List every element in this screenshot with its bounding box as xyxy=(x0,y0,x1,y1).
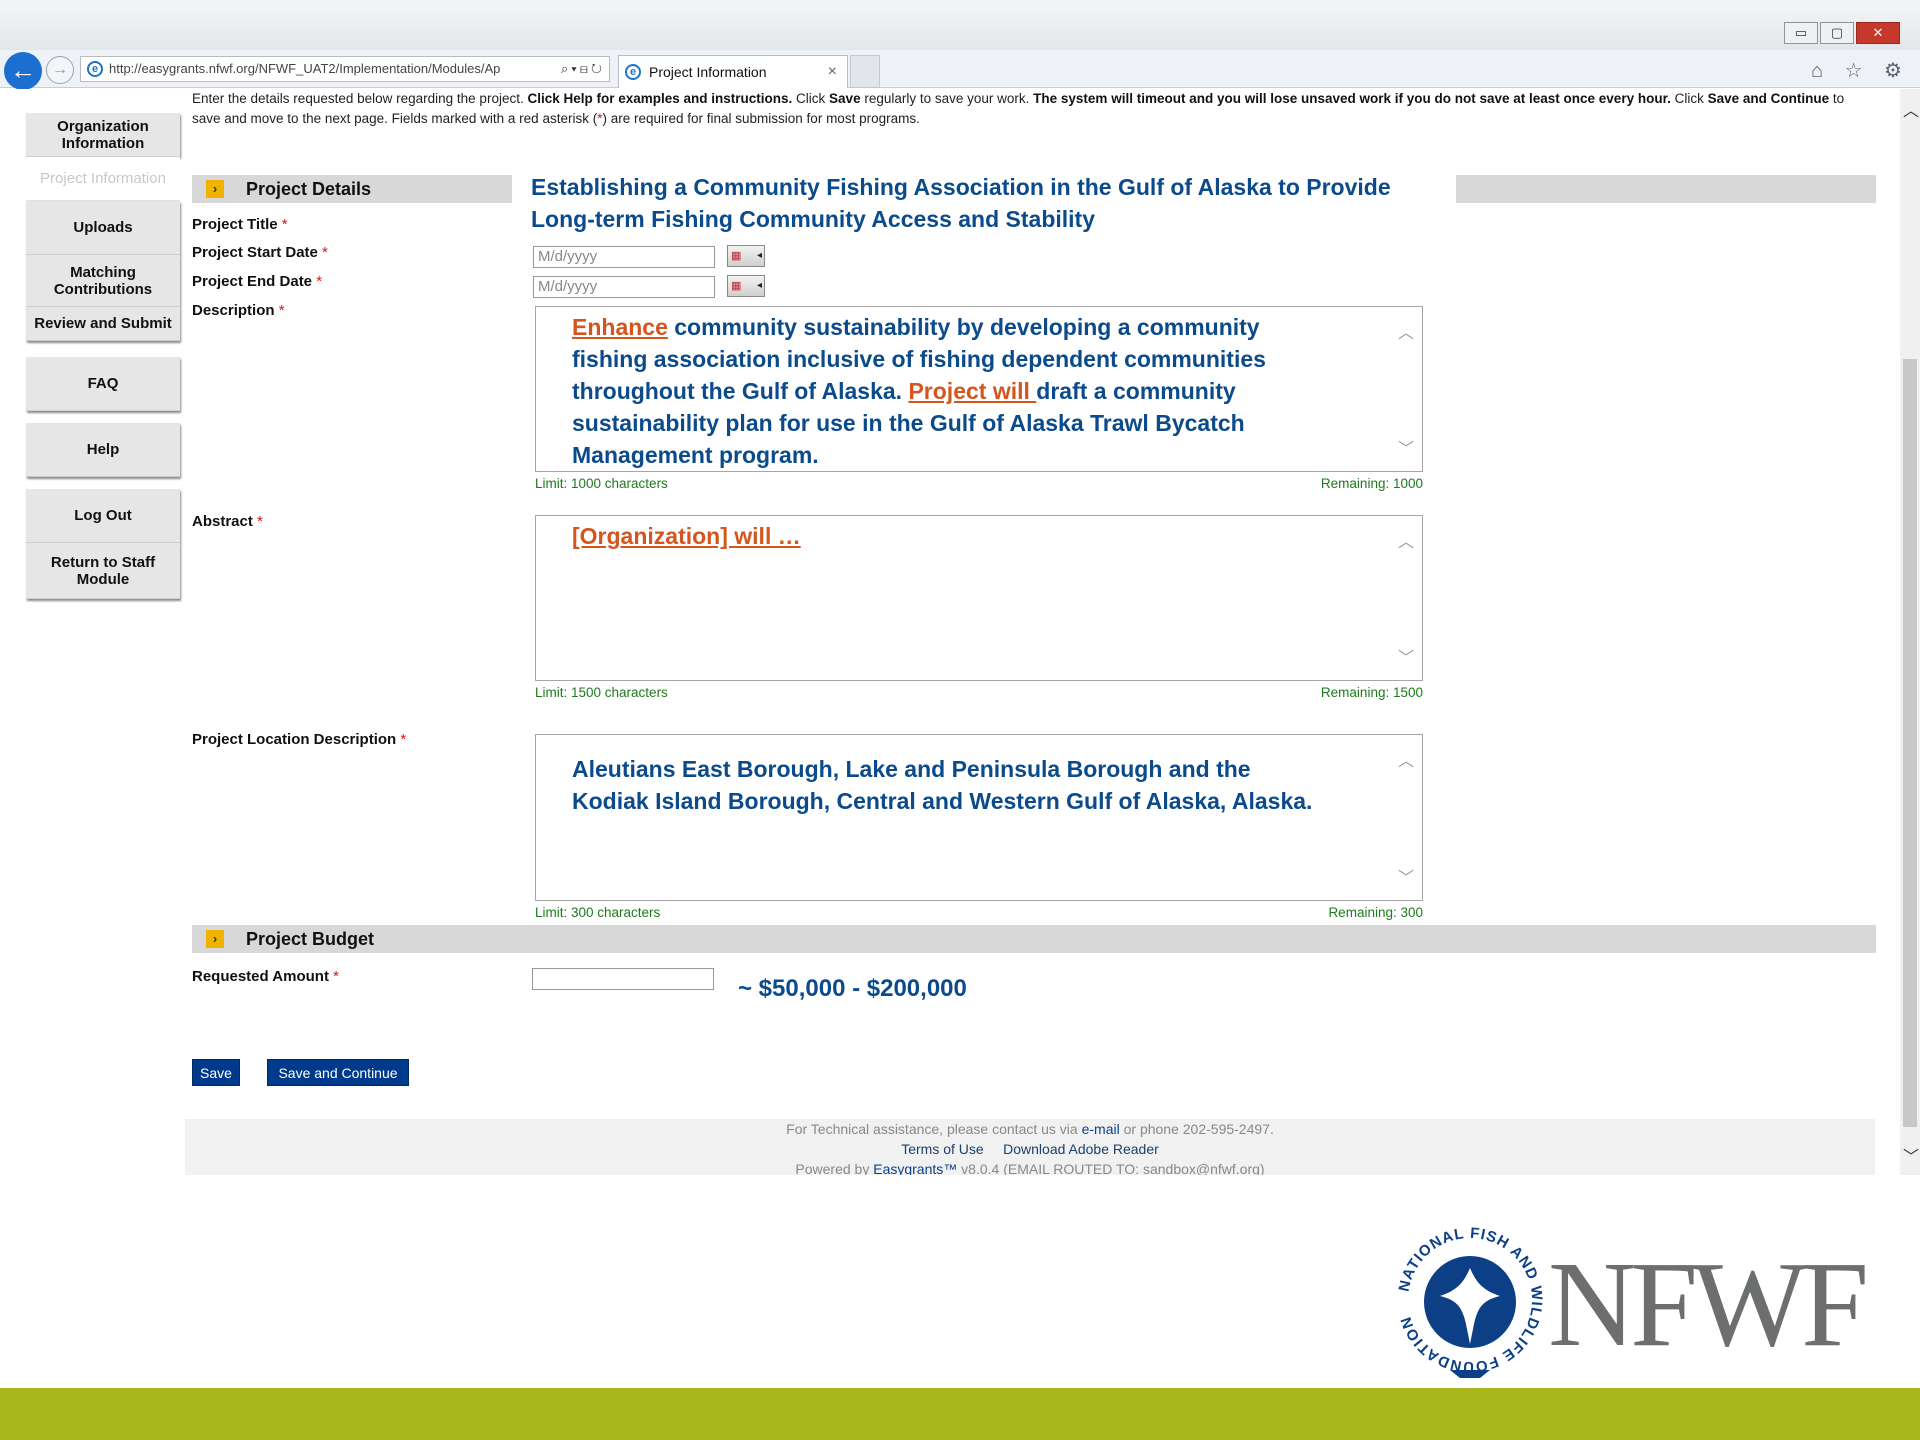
scroll-down-icon[interactable]: ﹀ xyxy=(1903,1143,1919,1167)
chevron-up-icon[interactable]: ︿ xyxy=(1398,319,1414,343)
location-textarea[interactable]: Aleutians East Borough, Lake and Peninsu… xyxy=(535,734,1423,901)
save-continue-button[interactable]: Save and Continue xyxy=(267,1059,409,1086)
chevron-down-icon[interactable]: ﹀ xyxy=(1398,644,1414,668)
window-controls: ▭ ▢ ✕ xyxy=(1784,22,1900,44)
address-url: http://easygrants.nfwf.org/NFWF_UAT2/Imp… xyxy=(109,61,501,76)
abstract-textarea[interactable]: [Organization] will … ︿ ﹀ xyxy=(535,515,1423,681)
sidebar-item-log-out[interactable]: Log Out xyxy=(26,489,180,543)
scroll-up-icon[interactable]: ︿ xyxy=(1903,97,1919,121)
page-footer: For Technical assistance, please contact… xyxy=(185,1119,1875,1175)
end-date-label: Project End Date * xyxy=(192,273,323,290)
description-text: Enhance community sustainability by deve… xyxy=(572,314,1266,468)
project-title-label: Project Title * xyxy=(192,216,288,233)
location-text: Aleutians East Borough, Lake and Peninsu… xyxy=(572,756,1313,814)
sidebar-item-uploads[interactable]: Uploads xyxy=(26,201,180,255)
start-date-input[interactable]: M/d/yyyy xyxy=(533,246,715,268)
sidebar-item-help[interactable]: Help xyxy=(26,423,180,477)
end-calendar-icon[interactable]: ▦ ◂ xyxy=(727,275,765,297)
section-header-project-budget[interactable]: › Project Budget xyxy=(192,925,1876,953)
sidebar-nav: Organization Information Project Informa… xyxy=(26,103,180,599)
start-date-label: Project Start Date * xyxy=(192,244,328,261)
sidebar-item-matching-contributions[interactable]: Matching Contributions xyxy=(26,255,180,307)
abstract-remaining: Remaining: 1500 xyxy=(1320,685,1423,700)
ie-page-icon: e xyxy=(87,61,103,77)
section-title: Project Details xyxy=(246,179,372,199)
form-area: Enter the details requested below regard… xyxy=(185,89,1876,1119)
chevron-right-icon: › xyxy=(206,930,224,948)
assistance-text: For Technical assistance, please contact… xyxy=(786,1121,1274,1137)
requested-amount-input[interactable] xyxy=(532,968,714,990)
save-button[interactable]: Save xyxy=(192,1059,240,1086)
chevron-down-icon[interactable]: ﹀ xyxy=(1398,435,1414,459)
sidebar-item-faq[interactable]: FAQ xyxy=(26,357,180,411)
location-limit: Limit: 300 characters xyxy=(535,905,661,920)
nfwf-wordmark: NFWF xyxy=(1548,1237,1869,1372)
location-remaining: Remaining: 300 xyxy=(1328,905,1423,920)
close-window-button[interactable]: ✕ xyxy=(1856,22,1900,44)
terms-link[interactable]: Terms of Use xyxy=(901,1141,983,1157)
browser-tab[interactable]: e Project Information × xyxy=(618,55,848,88)
slide-accent-bar xyxy=(0,1388,1920,1440)
powered-by-text: Powered by Easygrants™ v8.0.4 (EMAIL ROU… xyxy=(795,1161,1265,1175)
page-content: Organization Information Project Informa… xyxy=(0,89,1920,1175)
amount-range-note: ~ $50,000 - $200,000 xyxy=(738,975,967,1002)
sidebar-item-project-information[interactable]: Project Information xyxy=(26,157,180,201)
sidebar-item-return-staff[interactable]: Return to Staff Module xyxy=(26,543,180,599)
description-label: Description * xyxy=(192,302,285,319)
project-title-value: Establishing a Community Fishing Associa… xyxy=(531,174,1391,232)
description-textarea[interactable]: Enhance community sustainability by deve… xyxy=(535,306,1423,472)
adobe-link[interactable]: Download Adobe Reader xyxy=(1003,1141,1159,1157)
sidebar-item-review-submit[interactable]: Review and Submit xyxy=(26,307,180,341)
email-link[interactable]: e-mail xyxy=(1082,1121,1120,1137)
maximize-button[interactable]: ▢ xyxy=(1820,22,1854,44)
chevron-up-icon[interactable]: ︿ xyxy=(1398,528,1414,552)
address-bar[interactable]: e http://easygrants.nfwf.org/NFWF_UAT2/I… xyxy=(80,56,610,82)
scroll-thumb[interactable] xyxy=(1903,359,1917,1127)
start-calendar-icon[interactable]: ▦ ◂ xyxy=(727,245,765,267)
section-title: Project Budget xyxy=(246,929,375,949)
section-header-project-details[interactable]: › Project Details xyxy=(192,175,512,203)
instructions-text: Enter the details requested below regard… xyxy=(192,91,1845,126)
requested-amount-label: Requested Amount * xyxy=(192,968,339,985)
back-button[interactable]: ← xyxy=(4,52,42,90)
easygrants-link[interactable]: Easygrants™ xyxy=(873,1161,957,1175)
location-label: Project Location Description * xyxy=(192,731,407,748)
nfwf-seal-logo: NATIONAL FISH AND WILDLIFE FOUNDATION xyxy=(1396,1225,1544,1378)
new-tab-button[interactable] xyxy=(850,55,880,88)
abstract-label: Abstract * xyxy=(192,513,263,530)
sidebar-item-organization[interactable]: Organization Information xyxy=(26,113,180,157)
abstract-limit: Limit: 1500 characters xyxy=(535,685,668,700)
tab-close-icon[interactable]: × xyxy=(828,56,837,88)
description-remaining: Remaining: 1000 xyxy=(1320,476,1423,491)
address-tools-icon[interactable]: ⌕▾⊟↻ xyxy=(561,57,605,81)
browser-title-bar xyxy=(0,0,1920,50)
seal-fish-mark xyxy=(1450,1370,1490,1378)
tab-label: Project Information xyxy=(649,64,767,80)
chevron-up-icon[interactable]: ︿ xyxy=(1398,747,1414,771)
minimize-button[interactable]: ▭ xyxy=(1784,22,1818,44)
chevron-right-icon: › xyxy=(206,180,224,198)
browser-toolbar-icons[interactable]: ⌂ ☆ ⚙ xyxy=(1811,58,1910,83)
section-header-bar-right xyxy=(1456,175,1876,203)
page-scrollbar[interactable]: ︿ ﹀ xyxy=(1900,89,1920,1175)
description-limit: Limit: 1000 characters xyxy=(535,476,668,491)
forward-button[interactable]: → xyxy=(46,56,74,84)
chevron-down-icon[interactable]: ﹀ xyxy=(1398,864,1414,888)
tab-favicon-icon: e xyxy=(625,64,641,80)
end-date-input[interactable]: M/d/yyyy xyxy=(533,276,715,298)
abstract-text: [Organization] will … xyxy=(572,523,801,549)
